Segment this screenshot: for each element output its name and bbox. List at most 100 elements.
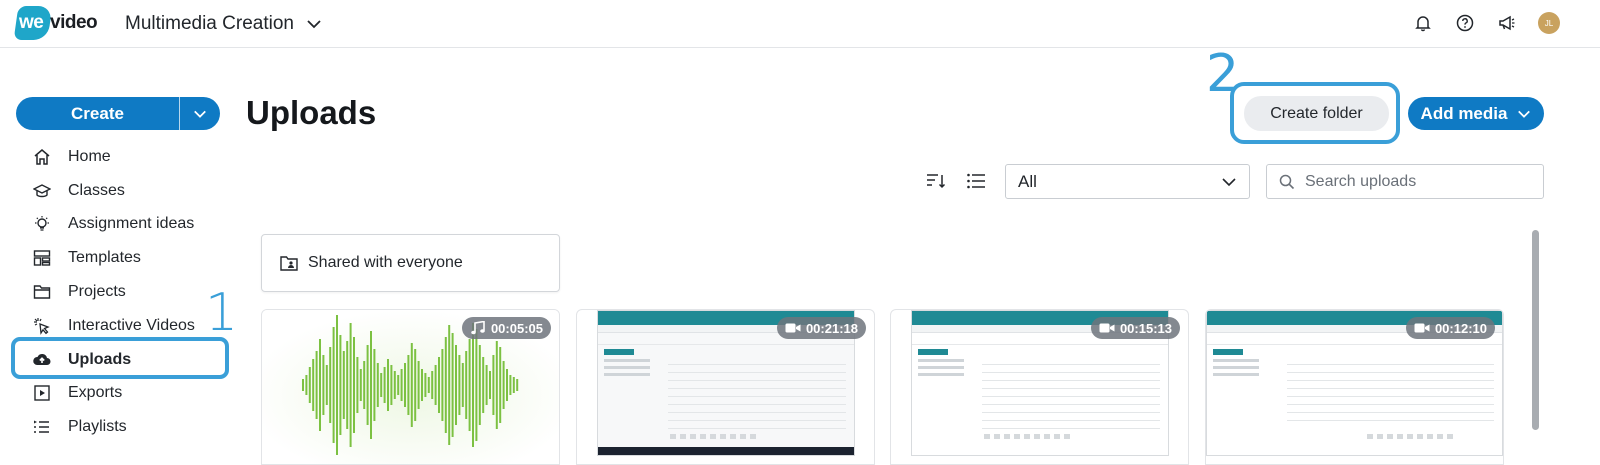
waveform-bar — [455, 345, 457, 425]
waveform-bar — [400, 369, 403, 401]
add-media-button[interactable]: Add media — [1408, 97, 1544, 130]
waveform-bar — [417, 361, 420, 409]
sidebar-item-templates[interactable]: Templates — [16, 241, 228, 275]
create-button-main[interactable]: Create — [16, 97, 180, 130]
duration-badge: 00:05:05 — [461, 317, 551, 339]
waveform-bar — [424, 373, 427, 397]
waveform-bar — [489, 371, 491, 399]
video-camera-icon — [1414, 323, 1430, 333]
waveform-bar — [434, 365, 437, 405]
waveform-bar — [482, 357, 485, 413]
waveform-bar — [393, 371, 396, 399]
chevron-down-icon — [1222, 177, 1236, 186]
sidebar-item-exports[interactable]: Exports — [16, 377, 228, 411]
waveform-bar — [349, 323, 352, 447]
sidebar-item-label: Classes — [68, 181, 125, 199]
duration-text: 00:12:10 — [1434, 320, 1487, 336]
scrollbar[interactable] — [1532, 230, 1539, 430]
waveform-bar — [325, 365, 328, 405]
avatar-initials: JL — [1544, 18, 1554, 28]
sidebar-item-label: Exports — [68, 384, 123, 402]
duration-badge: 00:12:10 — [1405, 317, 1495, 339]
sidebar-item-classes[interactable]: Classes — [16, 174, 228, 208]
waveform-bar — [302, 379, 304, 391]
sidebar-nav: Home Classes Assignment ideas Templates … — [16, 140, 228, 444]
duration-text: 00:21:18 — [805, 320, 858, 336]
waveform-bar — [404, 363, 406, 407]
avatar[interactable]: JL — [1538, 12, 1560, 34]
sidebar-item-label: Home — [68, 147, 111, 165]
waveform-bar — [478, 345, 481, 425]
music-note-icon — [471, 321, 485, 335]
chevron-down-icon — [194, 110, 206, 118]
waveform-bar — [509, 375, 512, 395]
media-card-video[interactable]: 00:15:13 — [890, 309, 1189, 465]
sidebar-item-label: Assignment ideas — [68, 215, 195, 233]
filter-value: All — [1018, 171, 1037, 191]
create-button[interactable]: Create — [16, 97, 220, 130]
video-camera-icon — [1099, 323, 1115, 333]
sidebar-item-label: Templates — [68, 249, 141, 267]
waveform-bar — [305, 375, 308, 395]
waveform-bar — [322, 355, 325, 415]
uploads-highlight-annotation — [11, 337, 229, 379]
media-card-video[interactable]: 00:21:18 — [576, 309, 875, 465]
playlist-icon — [32, 417, 52, 437]
waveform-bar — [315, 351, 318, 419]
waveform-bar — [421, 369, 423, 401]
waveform-bar — [506, 369, 508, 401]
sidebar-item-projects[interactable]: Projects — [16, 275, 228, 309]
export-icon — [32, 383, 52, 403]
create-folder-button[interactable]: Create folder — [1244, 96, 1389, 131]
waveform-bar — [492, 355, 495, 415]
waveform-bar — [458, 355, 461, 415]
sidebar-item-assignment-ideas[interactable]: Assignment ideas — [16, 208, 228, 242]
chevron-down-icon — [1518, 110, 1531, 118]
duration-badge: 00:21:18 — [776, 317, 866, 339]
waveform-bar — [461, 363, 464, 407]
waveform-bar — [356, 357, 359, 413]
media-type-filter[interactable]: All — [1005, 164, 1250, 199]
waveform-bar — [346, 341, 349, 429]
thumb-taskbar — [598, 447, 854, 455]
shared-folder-card[interactable]: Shared with everyone — [261, 234, 560, 292]
sidebar-item-playlists[interactable]: Playlists — [16, 410, 228, 444]
shared-folder-icon — [280, 256, 298, 271]
list-view-icon[interactable] — [966, 172, 986, 190]
help-icon[interactable] — [1454, 12, 1476, 34]
waveform-bar — [308, 367, 311, 403]
cursor-click-icon — [32, 316, 52, 336]
workspace-name: Multimedia Creation — [125, 13, 294, 34]
waveform-bar — [332, 327, 335, 443]
waveform-bar — [468, 339, 471, 431]
waveform-bar — [312, 359, 315, 411]
waveform-bar — [475, 329, 478, 441]
waveform-bar — [516, 379, 519, 391]
bell-icon[interactable] — [1412, 12, 1434, 34]
waveform-bar — [329, 347, 332, 423]
wevideo-logo[interactable]: we video — [13, 6, 104, 40]
waveform-bar — [383, 367, 386, 403]
waveform-bar — [441, 349, 444, 421]
workspace-selector[interactable]: Multimedia Creation — [125, 13, 322, 35]
sidebar-item-label: Playlists — [68, 418, 127, 436]
megaphone-icon[interactable] — [1496, 12, 1518, 34]
waveform-bar — [387, 359, 389, 411]
home-icon — [32, 147, 52, 167]
waveform-bar — [366, 345, 369, 425]
waveform-bar — [427, 377, 430, 393]
lightbulb-icon — [32, 214, 52, 234]
search-box[interactable] — [1266, 164, 1544, 199]
waveform-bar — [407, 355, 410, 415]
sort-icon[interactable] — [926, 172, 946, 190]
search-input[interactable] — [1305, 172, 1525, 191]
media-card-video[interactable]: 00:12:10 — [1205, 309, 1504, 465]
waveform-bar — [319, 339, 321, 431]
folder-name: Shared with everyone — [308, 254, 463, 271]
create-dropdown-toggle[interactable] — [180, 97, 220, 130]
waveform-bar — [359, 369, 362, 401]
waveform-bar — [444, 337, 447, 433]
media-card-audio[interactable]: 00:05:05 — [261, 309, 560, 465]
sidebar-item-home[interactable]: Home — [16, 140, 228, 174]
templates-icon — [32, 248, 52, 268]
